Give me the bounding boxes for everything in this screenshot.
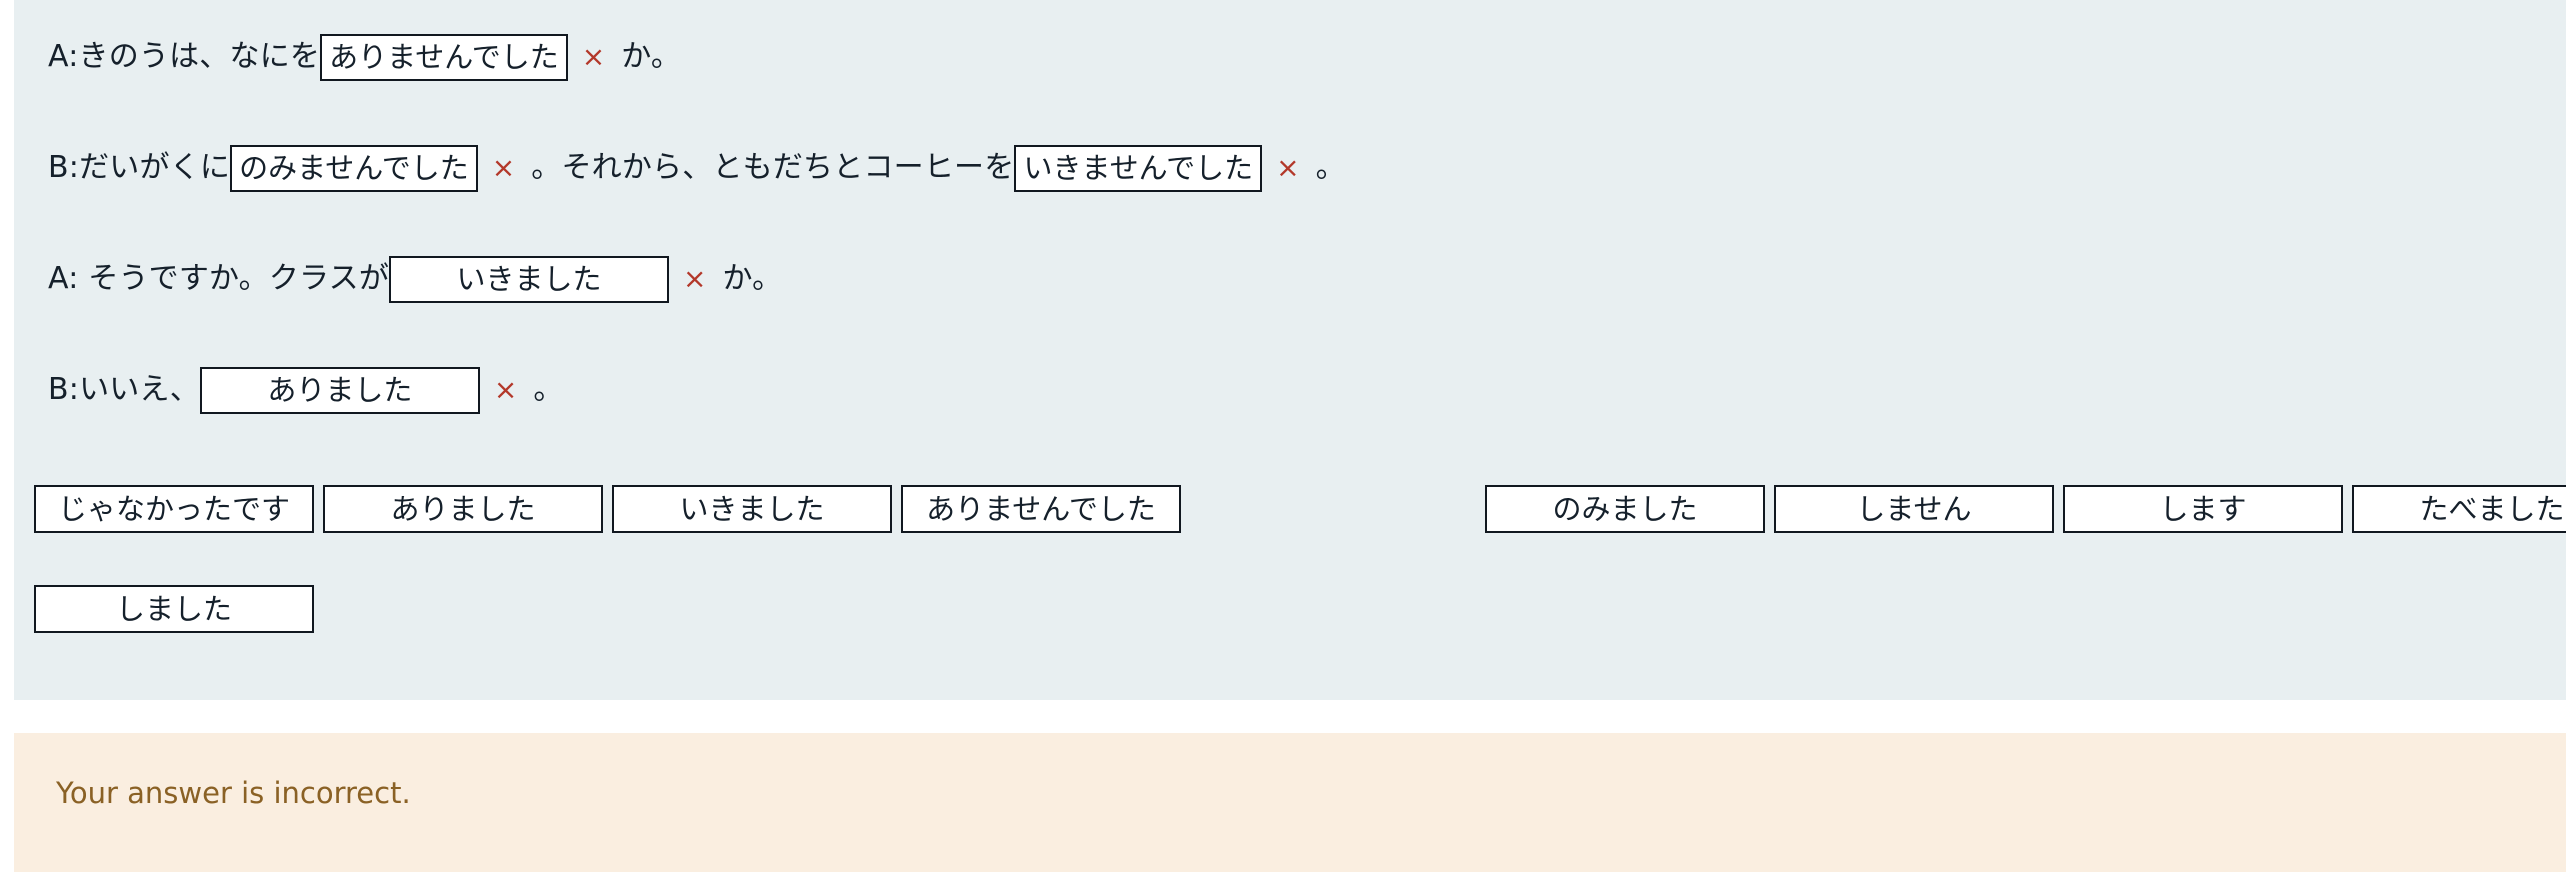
- dialogue-block: A:きのうは、なにを ありませんでした × か。 B:だいがくに のみませんでし…: [48, 0, 2548, 421]
- sentence-text-2c: 。: [1315, 150, 1346, 185]
- answer-blank-3[interactable]: いきませんでした: [1014, 144, 1263, 192]
- incorrect-mark-icon: ×: [581, 40, 606, 73]
- word-chip[interactable]: たべました: [2352, 485, 2566, 533]
- word-chip[interactable]: ありませんでした: [901, 485, 1181, 533]
- answer-blank-5[interactable]: ありました: [199, 366, 480, 414]
- word-bank-gap: [1190, 509, 1485, 510]
- feedback-banner: Your answer is incorrect.: [14, 733, 2566, 872]
- dialogue-line-3: A: そうですか。クラスが いきました × か。: [48, 248, 2548, 310]
- dialogue-line-4: B:いいえ、 ありました × 。: [48, 359, 2548, 421]
- answer-blank-1[interactable]: ありませんでした: [320, 33, 568, 81]
- word-chip[interactable]: します: [2063, 485, 2343, 533]
- answer-blank-2[interactable]: のみませんでした: [230, 144, 478, 192]
- incorrect-mark-icon: ×: [1276, 151, 1300, 184]
- word-chip[interactable]: ありました: [323, 485, 603, 533]
- sentence-text-3a: A: そうですか。クラスが: [48, 261, 390, 296]
- incorrect-mark-icon: ×: [493, 373, 518, 406]
- answer-blank-4[interactable]: いきました: [389, 255, 670, 303]
- incorrect-mark-icon: ×: [683, 262, 707, 295]
- word-chip[interactable]: いきました: [612, 485, 892, 533]
- word-chip[interactable]: のみました: [1485, 485, 1765, 533]
- sentence-text-1a: A:きのうは、なにを: [48, 39, 321, 74]
- sentence-text-3b: か。: [722, 261, 783, 296]
- dialogue-line-2: B:だいがくに のみませんでした × 。それから、ともだちとコーヒーを いきませ…: [48, 137, 2548, 199]
- incorrect-mark-icon: ×: [491, 151, 516, 184]
- word-bank-row-2: しました: [34, 582, 2564, 636]
- sentence-text-1b: か。: [621, 39, 682, 74]
- sentence-text-2b: 。それから、ともだちとコーヒーを: [531, 150, 1015, 185]
- sentence-text-4a: B:いいえ、: [48, 372, 200, 407]
- feedback-message: Your answer is incorrect.: [56, 776, 411, 810]
- word-bank-row-1: じゃなかったです ありました いきました ありませんでした のみました しません…: [34, 482, 2566, 536]
- sentence-text-2a: B:だいがくに: [48, 150, 231, 185]
- word-chip[interactable]: じゃなかったです: [34, 485, 314, 533]
- exercise-page: A:きのうは、なにを ありませんでした × か。 B:だいがくに のみませんでし…: [0, 0, 2566, 872]
- word-chip[interactable]: しました: [34, 585, 314, 633]
- word-bank: じゃなかったです ありました いきました ありませんでした のみました しません…: [34, 482, 2566, 636]
- sentence-text-4b: 。: [533, 372, 564, 407]
- dialogue-line-1: A:きのうは、なにを ありませんでした × か。: [48, 26, 2548, 88]
- exercise-panel: A:きのうは、なにを ありませんでした × か。 B:だいがくに のみませんでし…: [14, 0, 2566, 700]
- word-chip[interactable]: しません: [1774, 485, 2054, 533]
